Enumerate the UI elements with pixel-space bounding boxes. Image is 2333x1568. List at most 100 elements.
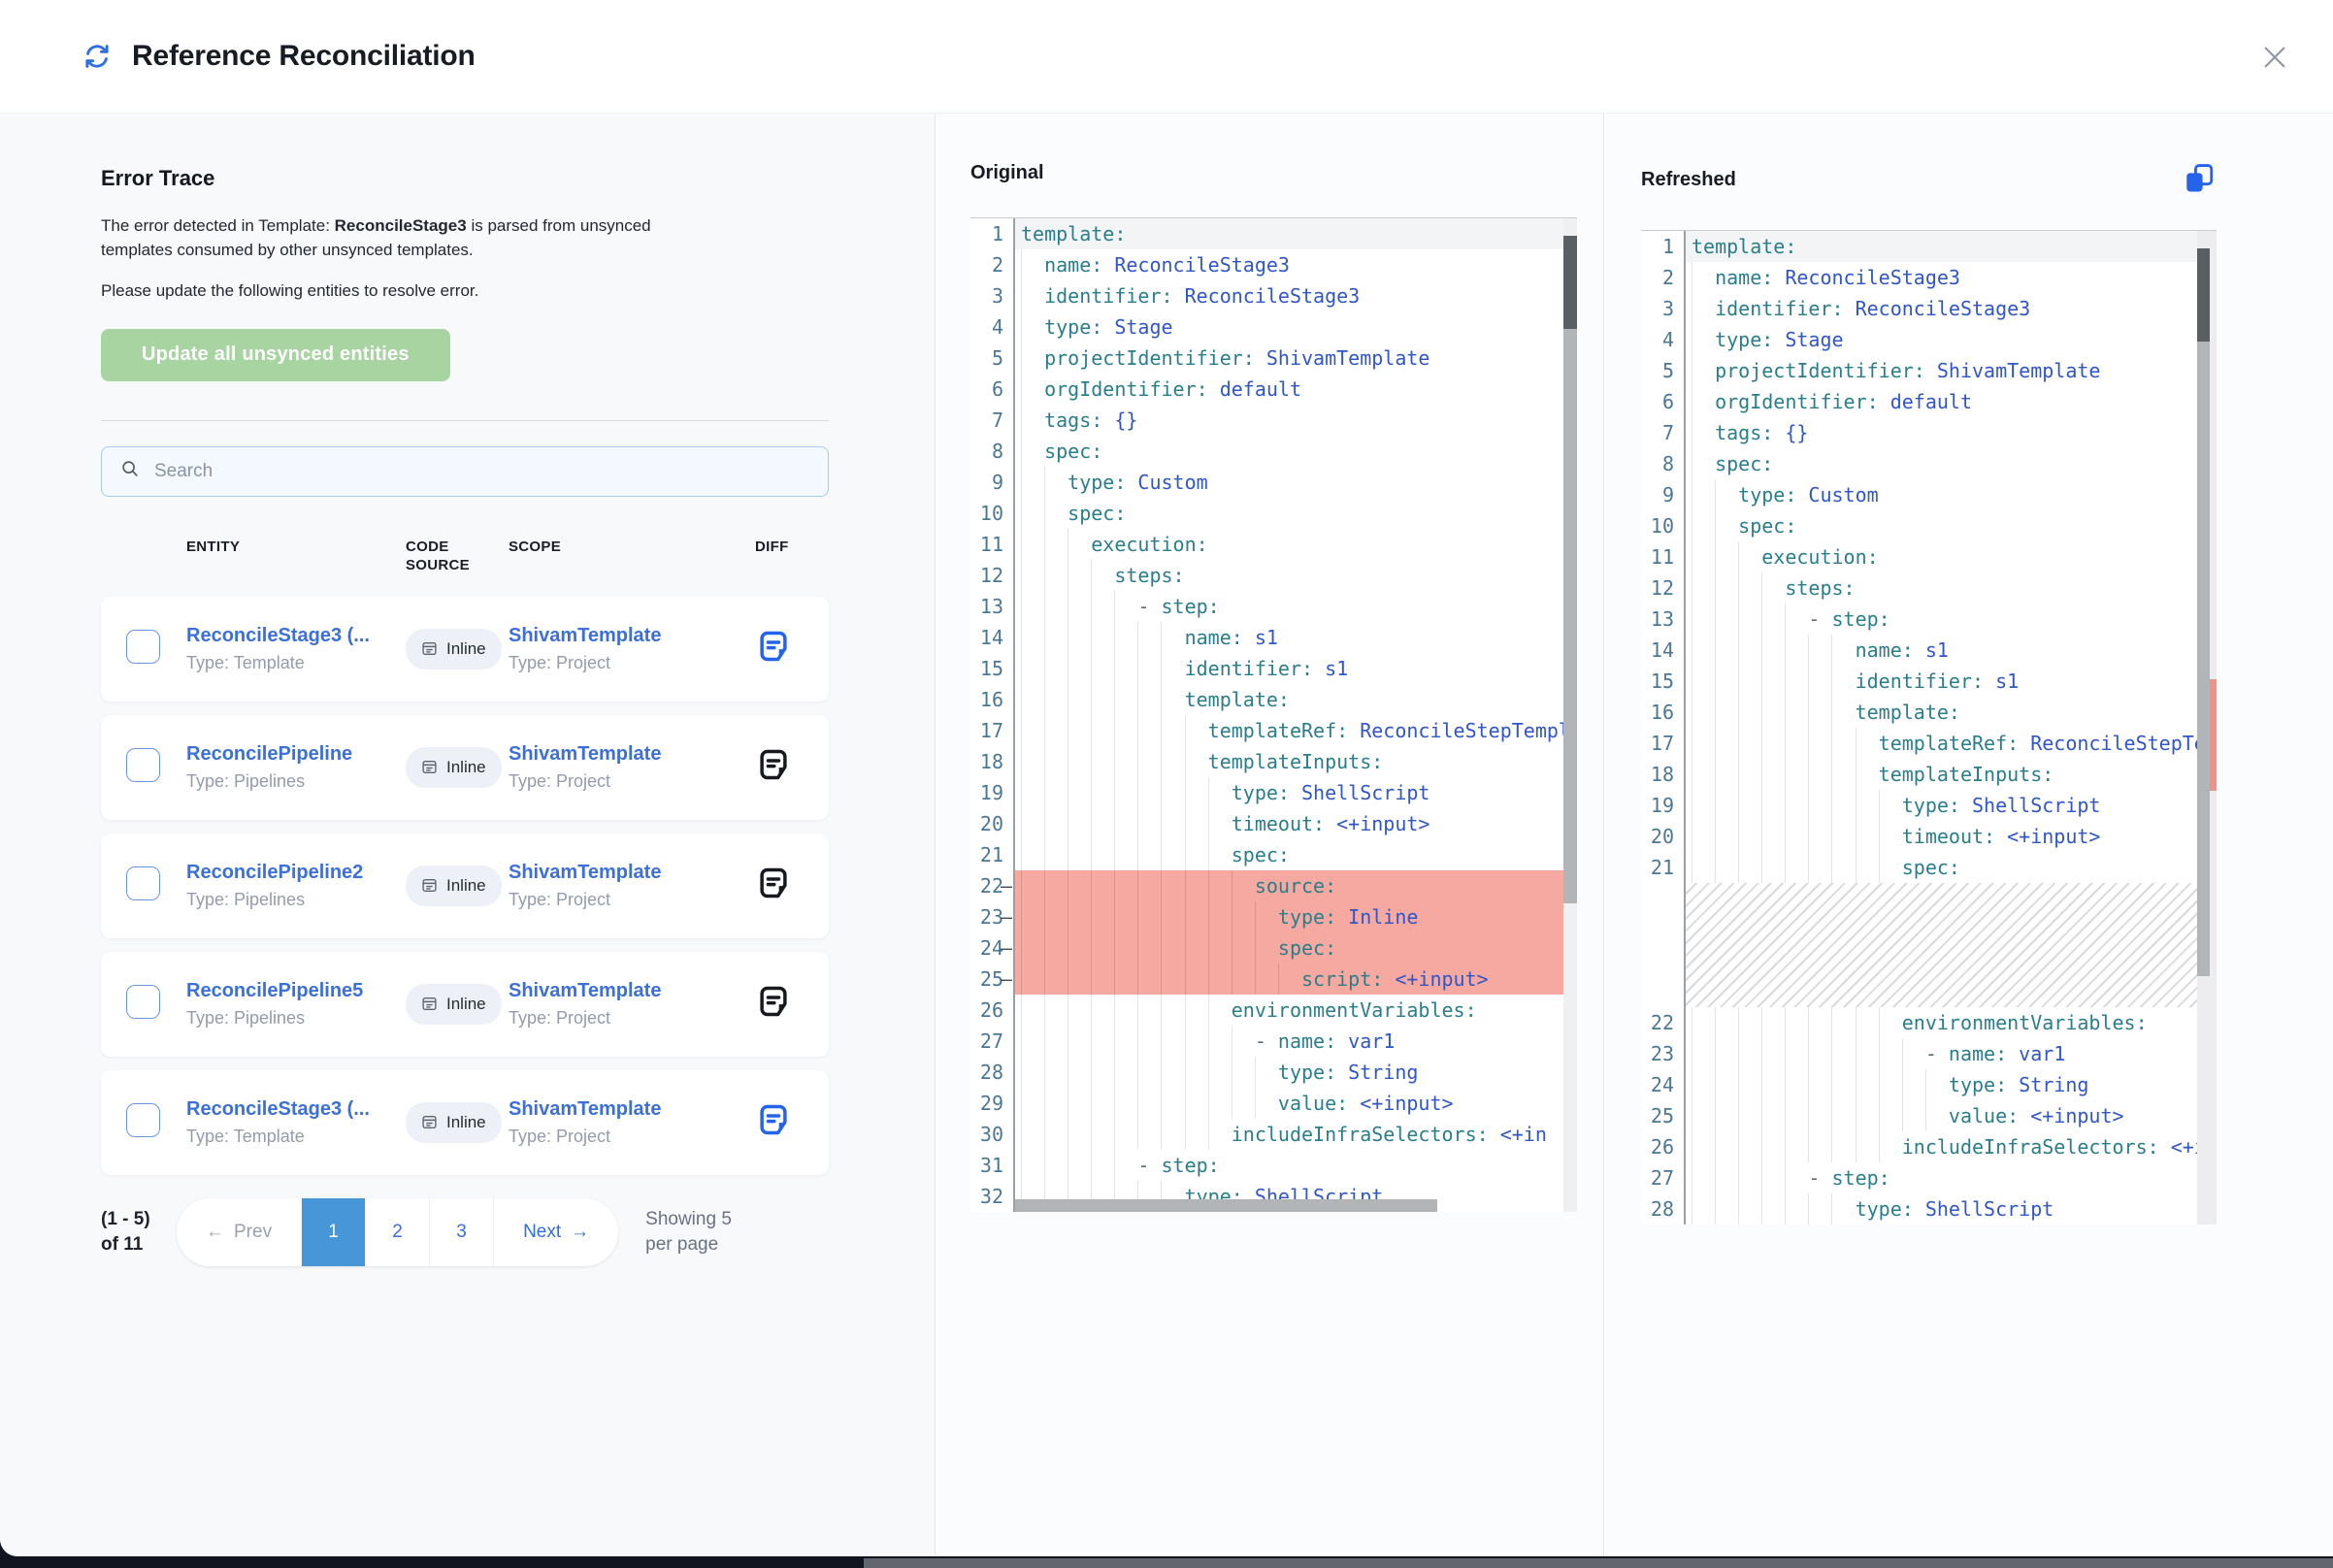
entity-link[interactable]: ReconcilePipeline xyxy=(186,743,406,766)
row-checkbox[interactable] xyxy=(126,630,160,664)
next-page-label: Next xyxy=(523,1222,561,1243)
diff-icon[interactable] xyxy=(755,1101,792,1138)
code-line: 5 projectIdentifier: ShivamTemplate xyxy=(1641,355,2217,386)
error-description: The error detected in Template: Reconcil… xyxy=(101,214,722,262)
original-label: Original xyxy=(970,162,1044,184)
inline-source-icon xyxy=(421,759,438,775)
code-line: 11 execution: xyxy=(1641,541,2217,572)
page-number-button[interactable]: 2 xyxy=(365,1198,429,1266)
original-vertical-scrollbar[interactable] xyxy=(1563,218,1577,1212)
original-vertical-scrollbar-thumb[interactable] xyxy=(1563,236,1577,903)
prev-arrow-icon: ← xyxy=(206,1222,224,1243)
code-line: 14 name: s1 xyxy=(1641,635,2217,666)
code-source-badge: Inline xyxy=(406,747,502,788)
search-icon xyxy=(119,458,141,484)
original-horizontal-scrollbar-thumb[interactable] xyxy=(1015,1199,1437,1212)
inline-source-icon xyxy=(421,1114,438,1130)
refreshed-code-editor[interactable]: 1template:2 name: ReconcileStage33 ident… xyxy=(1641,230,2217,1225)
entity-link[interactable]: ReconcileStage3 (... xyxy=(186,1098,406,1121)
scope-type-label: Type: Project xyxy=(509,1127,755,1147)
column-header-scope: SCOPE xyxy=(509,538,755,557)
code-line: 22– source: xyxy=(970,870,1577,901)
code-line: 19 type: ShellScript xyxy=(970,777,1577,808)
code-line: 11 execution: xyxy=(970,529,1577,560)
refreshed-scrollbar-cap xyxy=(2197,248,2210,342)
diff-icon[interactable] xyxy=(755,983,792,1020)
code-line: 14 name: s1 xyxy=(970,622,1577,653)
code-line: 17 templateRef: ReconcileStepTempl xyxy=(1641,728,2217,759)
original-code-editor[interactable]: 1template:2 name: ReconcileStage33 ident… xyxy=(970,217,1577,1212)
row-checkbox[interactable] xyxy=(126,1103,160,1137)
code-line: 31 - step: xyxy=(970,1150,1577,1181)
code-line: 7 tags: {} xyxy=(1641,417,2217,448)
row-checkbox[interactable] xyxy=(126,748,160,782)
close-button[interactable] xyxy=(2257,41,2292,76)
refreshed-vertical-scrollbar-thumb[interactable] xyxy=(2197,248,2210,976)
table-row: ReconcilePipeline2Type: PipelinesInlineS… xyxy=(101,833,829,938)
entity-link[interactable]: ReconcilePipeline2 xyxy=(186,862,406,884)
code-line: 21 spec: xyxy=(970,839,1577,870)
page-number-button[interactable]: 3 xyxy=(429,1198,493,1266)
code-line: 3 identifier: ReconcileStage3 xyxy=(970,280,1577,311)
diff-icon[interactable] xyxy=(755,865,792,901)
entity-type-label: Type: Pipelines xyxy=(186,1008,406,1029)
code-line: 7 tags: {} xyxy=(970,405,1577,436)
original-panel-header: Original xyxy=(970,162,1577,184)
code-line: 21 spec: xyxy=(1641,852,2217,883)
code-line: 1template: xyxy=(1641,231,2217,262)
row-checkbox[interactable] xyxy=(126,985,160,1019)
scope-link[interactable]: ShivamTemplate xyxy=(509,625,755,647)
scope-type-label: Type: Project xyxy=(509,890,755,910)
error-instruction: Please update the following entities to … xyxy=(101,279,829,304)
original-scrollbar-cap xyxy=(1563,236,1577,329)
code-line: 18 templateInputs: xyxy=(970,746,1577,777)
page-number-button[interactable]: 1 xyxy=(301,1198,365,1266)
entity-link[interactable]: ReconcileStage3 (... xyxy=(186,625,406,647)
code-line: 13 - step: xyxy=(970,591,1577,622)
scope-link[interactable]: ShivamTemplate xyxy=(509,1098,755,1121)
entity-table-body: ReconcileStage3 (...Type: TemplateInline… xyxy=(101,597,829,1175)
update-all-unsynced-entities-button[interactable]: Update all unsynced entities xyxy=(101,329,450,381)
code-line: 28 type: ShellScript xyxy=(1641,1193,2217,1225)
code-line: 8 spec: xyxy=(1641,448,2217,479)
code-line: 23 - name: var1 xyxy=(1641,1038,2217,1069)
diff-section: Original 1template:2 name: ReconcileStag… xyxy=(935,114,2333,1556)
row-checkbox[interactable] xyxy=(126,866,160,900)
scope-link[interactable]: ShivamTemplate xyxy=(509,743,755,766)
refreshed-label: Refreshed xyxy=(1641,169,1736,191)
entity-link[interactable]: ReconcilePipeline5 xyxy=(186,980,406,1002)
pagination-controls: ← Prev 123 Next → xyxy=(177,1198,618,1266)
entity-type-label: Type: Pipelines xyxy=(186,771,406,792)
diff-icon[interactable] xyxy=(755,628,792,665)
code-line: 8 spec: xyxy=(970,436,1577,467)
entity-table-header: ENTITY CODE SOURCE SCOPE DIFF xyxy=(101,538,829,575)
scope-type-label: Type: Project xyxy=(509,1008,755,1029)
diff-icon[interactable] xyxy=(755,746,792,783)
code-line: 15 identifier: s1 xyxy=(970,653,1577,684)
inline-source-icon xyxy=(421,640,438,657)
original-code-lines: 1template:2 name: ReconcileStage33 ident… xyxy=(970,218,1577,1212)
code-source-badge: Inline xyxy=(406,984,502,1025)
dialog-content: Error Trace The error detected in Templa… xyxy=(0,113,2333,1556)
search-input[interactable] xyxy=(152,460,810,483)
next-page-button[interactable]: Next → xyxy=(493,1198,618,1266)
page-number-group: 123 xyxy=(301,1198,493,1266)
refreshed-vertical-scrollbar[interactable] xyxy=(2197,231,2217,1225)
code-line: 9 type: Custom xyxy=(970,467,1577,498)
code-line: 20 timeout: <+input> xyxy=(1641,821,2217,852)
error-template-name: ReconcileStage3 xyxy=(335,216,467,235)
copy-button[interactable] xyxy=(2182,162,2217,197)
code-gap-row xyxy=(1641,883,2217,1007)
code-line: 2 name: ReconcileStage3 xyxy=(1641,262,2217,293)
prev-page-button[interactable]: ← Prev xyxy=(177,1198,301,1266)
scope-link[interactable]: ShivamTemplate xyxy=(509,862,755,884)
scope-link[interactable]: ShivamTemplate xyxy=(509,980,755,1002)
close-icon xyxy=(2259,61,2290,76)
original-horizontal-scrollbar[interactable] xyxy=(1015,1199,1563,1212)
dialog-header: Reference Reconciliation xyxy=(0,0,2333,113)
code-line: 5 projectIdentifier: ShivamTemplate xyxy=(970,343,1577,374)
code-source-label: Inline xyxy=(446,639,486,659)
table-row: ReconcileStage3 (...Type: TemplateInline… xyxy=(101,597,829,702)
page-horizontal-scrollbar[interactable] xyxy=(864,1558,2333,1568)
code-line: 22 environmentVariables: xyxy=(1641,1007,2217,1038)
